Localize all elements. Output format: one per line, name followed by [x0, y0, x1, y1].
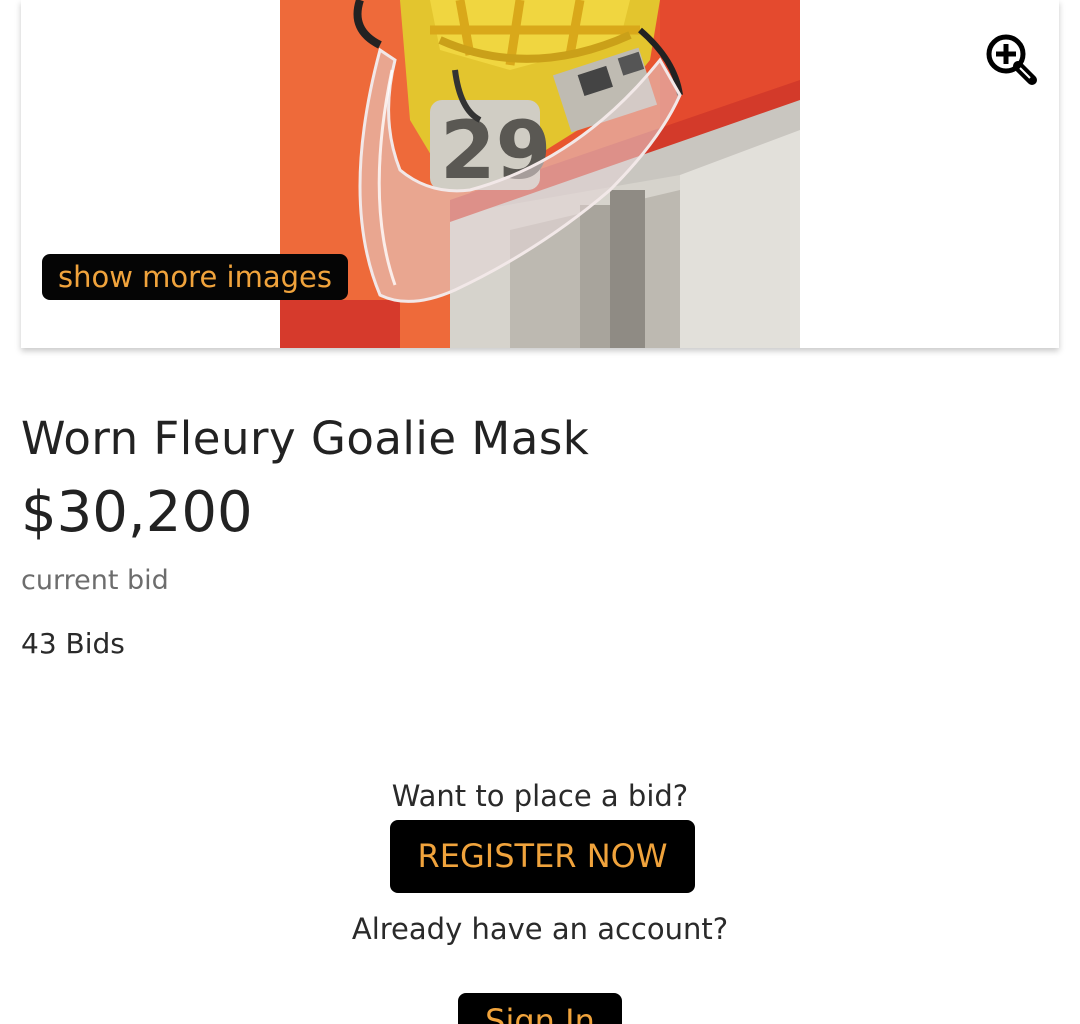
item-image-gallery[interactable]: 29 show more images	[21, 0, 1059, 348]
current-bid-amount: $30,200	[21, 480, 253, 545]
account-prompt: Already have an account?	[351, 912, 729, 946]
bid-prompt: Want to place a bid?	[391, 779, 689, 813]
register-now-button[interactable]: REGISTER NOW	[390, 820, 695, 893]
bid-count: 43 Bids	[21, 627, 125, 660]
zoom-in-button[interactable]	[984, 32, 1040, 88]
auction-item-page: 29 show more images Worn Fleury Goalie M…	[0, 0, 1080, 1024]
item-title: Worn Fleury Goalie Mask	[21, 412, 590, 465]
sign-in-button[interactable]: Sign In	[458, 993, 622, 1024]
zoom-in-icon	[986, 34, 1037, 85]
current-bid-label: current bid	[21, 565, 169, 596]
goalie-mask-photo[interactable]: 29	[280, 0, 800, 348]
show-more-images-button[interactable]: show more images	[42, 254, 348, 300]
